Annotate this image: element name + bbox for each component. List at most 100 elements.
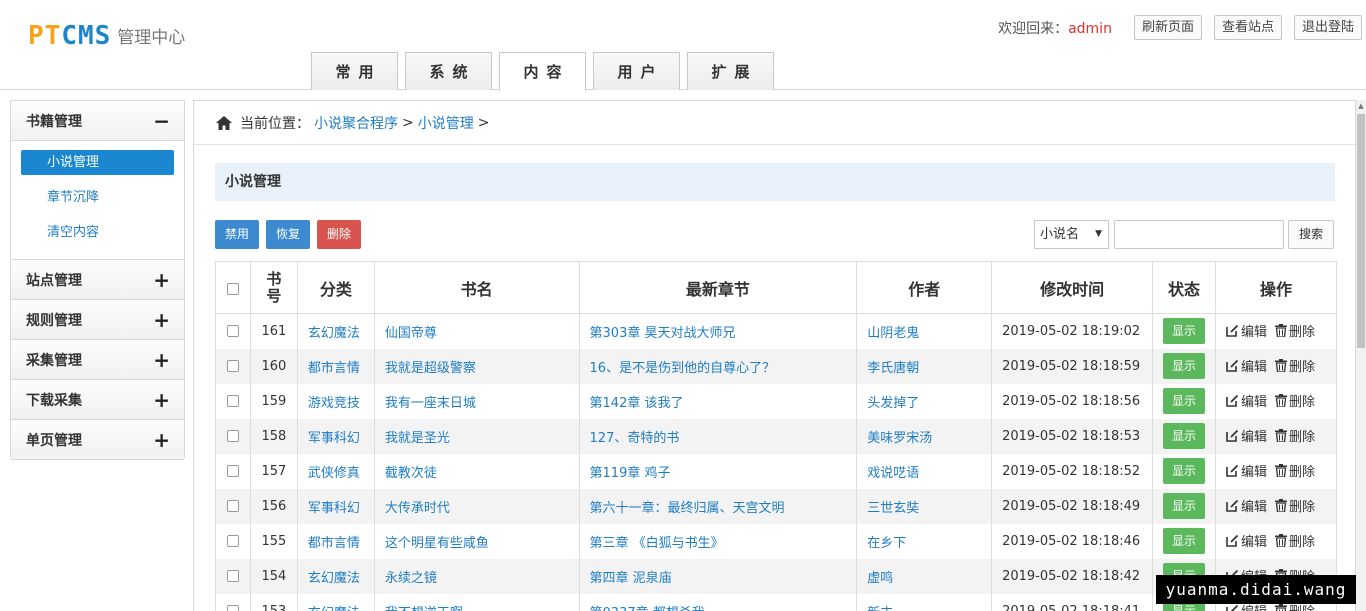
edit-button[interactable]: 编辑 [1226,356,1267,375]
book-name-link[interactable]: 我就是超级警察 [373,348,580,384]
category-link[interactable]: 游戏竞技 [296,383,375,419]
scrollbar-thumb[interactable] [1357,114,1365,348]
status-toggle-button[interactable]: 显示 [1163,318,1205,345]
status-toggle-button[interactable]: 显示 [1163,388,1205,414]
author-link[interactable]: 新丰 [856,593,993,611]
book-name-link[interactable]: 我不想逆天啊 [373,593,580,611]
delete-row-button[interactable]: 删除 [1274,531,1315,550]
row-checkbox[interactable] [226,465,239,477]
search-button[interactable]: 搜索 [1287,220,1334,249]
tab-system[interactable]: 系统 [405,52,492,90]
edit-button[interactable]: 编辑 [1226,531,1267,550]
category-link[interactable]: 都市言情 [296,348,375,384]
book-name-link[interactable]: 我就是圣光 [373,418,580,454]
row-checkbox[interactable] [226,360,239,372]
disable-button[interactable]: 禁用 [215,220,260,249]
chapter-link[interactable]: 第142章 该我了 [578,383,858,419]
chapter-link[interactable]: 16、是不是伤到他的自尊心了？ [578,348,858,384]
row-checkbox[interactable] [226,430,239,442]
status-toggle-button[interactable]: 显示 [1163,423,1205,449]
status-toggle-button[interactable]: 显示 [1163,528,1205,554]
row-checkbox[interactable] [226,395,239,407]
category-link[interactable]: 玄幻魔法 [296,593,375,611]
row-checkbox[interactable] [226,570,239,582]
edit-button[interactable]: 编辑 [1226,461,1267,480]
author-link[interactable]: 三世玄奘 [856,488,993,524]
book-name-link[interactable]: 永续之镜 [373,558,580,594]
chapter-link[interactable]: 第三章 《白狐与书生》 [578,523,858,559]
refresh-page-button[interactable]: 刷新页面 [1133,15,1202,40]
book-name-link[interactable]: 这个明星有些咸鱼 [373,523,580,559]
status-toggle-button[interactable]: 显示 [1163,493,1205,519]
category-link[interactable]: 玄幻魔法 [296,558,375,594]
sidebar-group-pages[interactable]: 单页管理 + [11,420,184,460]
chapter-link[interactable]: 第303章 昊天对战大师兄 [578,313,858,349]
edit-button[interactable]: 编辑 [1226,496,1267,515]
restore-button[interactable]: 恢复 [266,220,311,249]
search-field-select[interactable]: 小说名 ▼ [1033,220,1109,249]
edit-button[interactable]: 编辑 [1226,321,1267,340]
expand-icon[interactable]: + [153,350,170,370]
tab-common[interactable]: 常用 [311,52,398,90]
vertical-scrollbar[interactable]: ▲ [1356,100,1366,611]
sidebar-item-clear-content[interactable]: 清空内容 [21,220,174,245]
chapter-link[interactable]: 第0337章 都想杀我 [578,593,858,611]
row-checkbox[interactable] [226,605,239,611]
status-toggle-button[interactable]: 显示 [1163,458,1205,484]
expand-icon[interactable]: + [153,270,170,290]
category-link[interactable]: 都市言情 [296,523,375,559]
book-name-link[interactable]: 大传承时代 [373,488,580,524]
breadcrumb-link-app[interactable]: 小说聚合程序 [314,113,398,133]
edit-button[interactable]: 编辑 [1226,391,1267,410]
expand-icon[interactable]: + [153,310,170,330]
chapter-link[interactable]: 127、奇特的书 [578,418,858,454]
tab-extend[interactable]: 扩展 [687,52,774,90]
delete-row-button[interactable]: 删除 [1274,426,1315,445]
delete-row-button[interactable]: 删除 [1274,391,1315,410]
edit-button[interactable]: 编辑 [1226,426,1267,445]
search-input[interactable] [1113,220,1284,249]
row-checkbox[interactable] [226,500,239,512]
delete-row-button[interactable]: 删除 [1274,321,1315,340]
book-name-link[interactable]: 我有一座末日城 [373,383,580,419]
select-all-checkbox[interactable] [226,282,239,295]
category-link[interactable]: 武侠修真 [296,453,375,489]
sidebar-group-books[interactable]: 书籍管理 − [11,101,184,141]
delete-row-button[interactable]: 删除 [1274,496,1315,515]
author-link[interactable]: 在乡下 [856,523,993,559]
expand-icon[interactable]: + [153,430,170,450]
row-checkbox[interactable] [226,325,239,338]
sidebar-group-collect[interactable]: 采集管理 + [11,340,184,380]
author-link[interactable]: 戏说呓语 [856,453,993,489]
category-link[interactable]: 军事科幻 [296,418,375,454]
chapter-link[interactable]: 第四章 泥泉庙 [578,558,858,594]
view-site-button[interactable]: 查看站点 [1213,15,1282,40]
tab-content[interactable]: 内容 [499,52,586,91]
chapter-link[interactable]: 第六十一章：最终归属、天宫文明 [578,488,858,524]
author-link[interactable]: 李氏唐朝 [856,348,993,384]
sidebar-item-novel-manage[interactable]: 小说管理 [21,150,174,175]
category-link[interactable]: 玄幻魔法 [296,313,375,349]
row-checkbox[interactable] [226,535,239,547]
status-toggle-button[interactable]: 显示 [1163,353,1205,379]
sidebar-item-chapter-sink[interactable]: 章节沉降 [21,185,174,210]
delete-row-button[interactable]: 删除 [1274,461,1315,480]
author-link[interactable]: 山阴老鬼 [856,313,993,349]
expand-icon[interactable]: + [153,390,170,410]
sidebar-group-rules[interactable]: 规则管理 + [11,300,184,340]
author-link[interactable]: 头发掉了 [856,383,993,419]
breadcrumb-link-novel[interactable]: 小说管理 [418,113,474,133]
logout-button[interactable]: 退出登陆 [1293,15,1362,40]
sidebar-group-sites[interactable]: 站点管理 + [11,260,184,300]
scroll-up-icon[interactable]: ▲ [1356,100,1366,112]
book-name-link[interactable]: 截教次徒 [373,453,580,489]
chapter-link[interactable]: 第119章 鸡子 [578,453,858,489]
author-link[interactable]: 美味罗宋汤 [856,418,993,454]
author-link[interactable]: 虚鸣 [856,558,993,594]
delete-button[interactable]: 删除 [317,220,362,249]
category-link[interactable]: 军事科幻 [296,488,375,524]
book-name-link[interactable]: 仙国帝尊 [373,313,580,349]
delete-row-button[interactable]: 删除 [1274,356,1315,375]
tab-users[interactable]: 用户 [593,52,680,90]
collapse-icon[interactable]: − [153,111,170,131]
